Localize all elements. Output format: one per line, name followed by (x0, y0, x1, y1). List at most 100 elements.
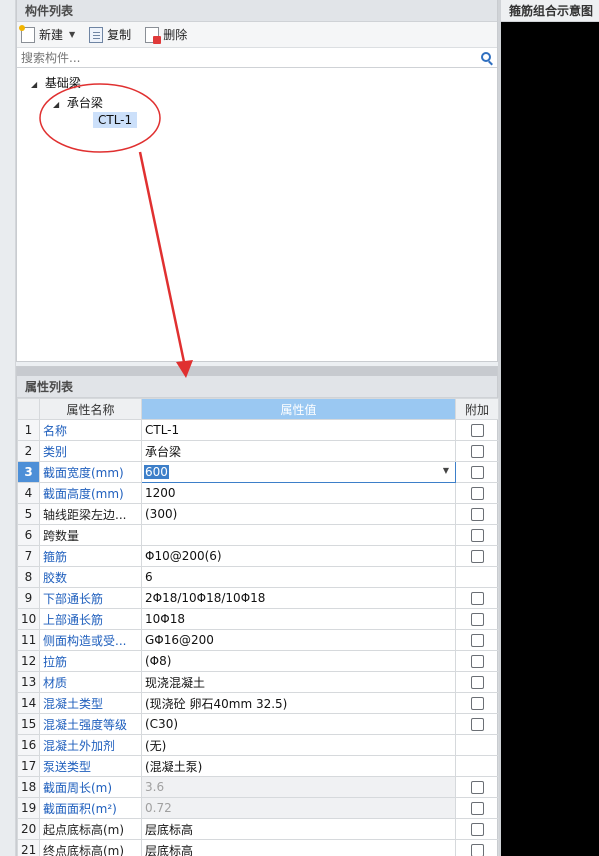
extra-checkbox[interactable] (470, 487, 484, 500)
property-value-cell[interactable]: (300) (141, 503, 456, 525)
table-row[interactable]: 16 混凝土外加剂 (无) (17, 734, 499, 756)
property-value-editor[interactable]: 600 ▼ (141, 461, 456, 483)
row-index[interactable]: 14 (17, 692, 40, 714)
copy-button[interactable]: 复制 (89, 26, 131, 43)
extra-cell (455, 650, 499, 672)
column-header-extra[interactable]: 附加 (455, 398, 499, 420)
chevron-down-icon[interactable]: ▼ (69, 30, 75, 39)
extra-cell (455, 671, 499, 693)
chevron-down-icon[interactable]: ▼ (443, 466, 449, 475)
row-index[interactable]: 7 (17, 545, 40, 567)
property-value-cell[interactable]: Φ10@200(6) (141, 545, 456, 567)
panel-divider[interactable] (17, 367, 497, 376)
extra-checkbox[interactable] (470, 424, 484, 437)
row-index[interactable]: 18 (17, 776, 40, 798)
table-row[interactable]: 17 泵送类型 (混凝土泵) (17, 755, 499, 777)
row-index[interactable]: 6 (17, 524, 40, 546)
property-value-cell[interactable]: (无) (141, 734, 456, 756)
table-row[interactable]: 20 起点底标高(m) 层底标高 (17, 818, 499, 840)
table-row[interactable]: 12 拉筋 (Φ8) (17, 650, 499, 672)
extra-checkbox[interactable] (470, 613, 484, 626)
row-index[interactable]: 3 (17, 461, 40, 483)
table-row[interactable]: 19 截面面积(m²) 0.72 (17, 797, 499, 819)
table-row[interactable]: 15 混凝土强度等级 (C30) (17, 713, 499, 735)
property-value-selected-text[interactable]: 600 (144, 465, 169, 479)
extra-checkbox[interactable] (470, 508, 484, 521)
table-row[interactable]: 1 名称 CTL-1 (17, 419, 499, 441)
row-index[interactable]: 10 (17, 608, 40, 630)
row-index[interactable]: 1 (17, 419, 40, 441)
table-row[interactable]: 10 上部通长筋 10Φ18 (17, 608, 499, 630)
column-header-name[interactable]: 属性名称 (39, 398, 142, 420)
tree-node-ctl-1[interactable]: CTL-1 (93, 112, 138, 128)
property-value-cell[interactable]: 2Φ18/10Φ18/10Φ18 (141, 587, 456, 609)
property-value-cell[interactable]: 层底标高 (141, 839, 456, 856)
table-row[interactable]: 13 材质 现浇混凝土 (17, 671, 499, 693)
extra-checkbox[interactable] (470, 529, 484, 542)
table-row[interactable]: 2 类别 承台梁 (17, 440, 499, 462)
property-value-cell[interactable]: 承台梁 (141, 440, 456, 462)
row-index[interactable]: 12 (17, 650, 40, 672)
extra-checkbox[interactable] (470, 550, 484, 563)
delete-button[interactable]: 删除 (145, 26, 187, 44)
tree-node-cap-beam[interactable]: ◢ 承台梁 (53, 94, 103, 111)
expand-triangle-icon[interactable]: ◢ (31, 80, 41, 89)
extra-checkbox[interactable] (470, 718, 484, 731)
property-value-cell[interactable]: (C30) (141, 713, 456, 735)
expand-triangle-icon[interactable]: ◢ (53, 100, 63, 109)
row-index[interactable]: 4 (17, 482, 40, 504)
extra-checkbox[interactable] (470, 781, 484, 794)
table-row[interactable]: 9 下部通长筋 2Φ18/10Φ18/10Φ18 (17, 587, 499, 609)
table-row[interactable]: 7 箍筋 Φ10@200(6) (17, 545, 499, 567)
extra-cell (455, 839, 499, 856)
property-value-cell[interactable]: (现浇砼 卵石40mm 32.5) (141, 692, 456, 714)
extra-checkbox[interactable] (470, 697, 484, 710)
extra-checkbox[interactable] (470, 655, 484, 668)
extra-checkbox[interactable] (470, 823, 484, 836)
new-button[interactable]: 新建 ▼ (19, 24, 75, 43)
row-index[interactable]: 20 (17, 818, 40, 840)
row-index[interactable]: 17 (17, 755, 40, 777)
row-index[interactable]: 13 (17, 671, 40, 693)
table-row[interactable]: 4 截面高度(mm) 1200 (17, 482, 499, 504)
extra-checkbox[interactable] (470, 676, 484, 689)
property-value-cell[interactable]: 10Φ18 (141, 608, 456, 630)
row-index[interactable]: 2 (17, 440, 40, 462)
extra-checkbox[interactable] (470, 634, 484, 647)
table-row[interactable]: 5 轴线距梁左边... (300) (17, 503, 499, 525)
table-row[interactable]: 3 截面宽度(mm) 600 ▼ (17, 461, 499, 483)
row-index[interactable]: 11 (17, 629, 40, 651)
row-index[interactable]: 21 (17, 839, 40, 856)
extra-checkbox[interactable] (470, 844, 484, 856)
table-row[interactable]: 21 终点底标高(m) 层底标高 (17, 839, 499, 856)
row-index[interactable]: 19 (17, 797, 40, 819)
property-value-cell[interactable]: (混凝土泵) (141, 755, 456, 777)
property-value-cell[interactable]: GΦ16@200 (141, 629, 456, 651)
extra-checkbox[interactable] (470, 802, 484, 815)
column-header-value[interactable]: 属性值 (141, 398, 456, 420)
property-value-cell[interactable]: 层底标高 (141, 818, 456, 840)
row-index[interactable]: 8 (17, 566, 40, 588)
property-value-cell[interactable]: 现浇混凝土 (141, 671, 456, 693)
row-index[interactable]: 9 (17, 587, 40, 609)
property-name-cell: 类别 (39, 440, 142, 462)
extra-checkbox[interactable] (470, 445, 484, 458)
row-index[interactable]: 16 (17, 734, 40, 756)
property-value-cell[interactable]: 1200 (141, 482, 456, 504)
table-row[interactable]: 18 截面周长(m) 3.6 (17, 776, 499, 798)
table-row[interactable]: 6 跨数量 (17, 524, 499, 546)
tree-node-foundation-beam[interactable]: ◢ 基础梁 (31, 74, 81, 91)
property-value-cell[interactable]: (Φ8) (141, 650, 456, 672)
component-search-input[interactable] (21, 50, 461, 65)
extra-checkbox[interactable] (470, 466, 484, 479)
property-value-cell[interactable] (141, 524, 456, 546)
table-row[interactable]: 8 胶数 6 (17, 566, 499, 588)
property-value-cell[interactable]: 6 (141, 566, 456, 588)
table-row[interactable]: 11 侧面构造或受... GΦ16@200 (17, 629, 499, 651)
row-index[interactable]: 15 (17, 713, 40, 735)
table-row[interactable]: 14 混凝土类型 (现浇砼 卵石40mm 32.5) (17, 692, 499, 714)
search-icon[interactable] (481, 52, 491, 62)
property-value-cell[interactable]: CTL-1 (141, 419, 456, 441)
extra-checkbox[interactable] (470, 592, 484, 605)
row-index[interactable]: 5 (17, 503, 40, 525)
